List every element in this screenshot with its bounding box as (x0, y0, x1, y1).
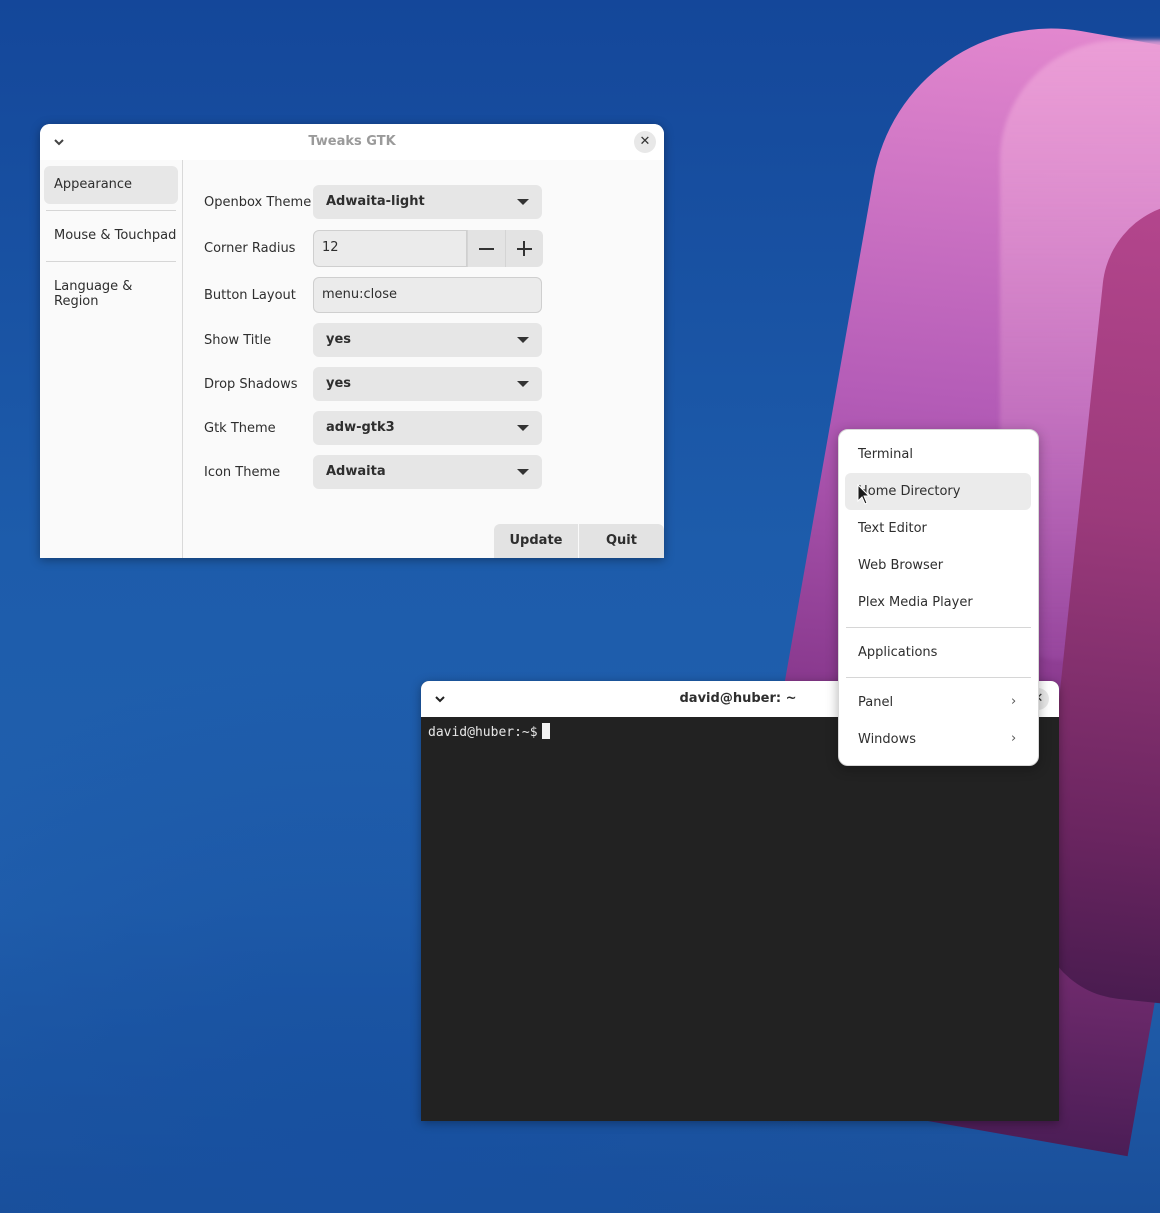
triangle-down-icon (517, 425, 529, 431)
sidebar-item-label: Mouse & Touchpad (54, 228, 177, 243)
terminal-output[interactable]: david@huber:~$ (428, 723, 550, 740)
text-cursor (541, 723, 550, 739)
menu-item-windows[interactable]: Windows › (845, 721, 1031, 758)
close-button[interactable]: ✕ (634, 131, 656, 153)
triangle-down-icon (517, 381, 529, 387)
menu-item-label: Panel (858, 695, 894, 710)
increase-button[interactable] (505, 230, 543, 267)
sidebar-item-label: Language & Region (54, 279, 133, 309)
triangle-down-icon (517, 469, 529, 475)
menu-item-label: Plex Media Player (858, 595, 973, 610)
corner-radius-field[interactable] (313, 230, 467, 267)
sidebar-item-appearance[interactable]: Appearance (44, 166, 178, 204)
close-icon: ✕ (639, 134, 651, 149)
menu-item-panel[interactable]: Panel › (845, 684, 1031, 721)
openbox-theme-dropdown[interactable]: Adwaita-light (313, 185, 542, 219)
drop-shadows-label: Drop Shadows (204, 377, 298, 392)
show-title-dropdown[interactable]: yes (313, 323, 542, 357)
triangle-down-icon (517, 337, 529, 343)
titlebar[interactable]: Tweaks GTK ✕ (40, 124, 664, 160)
divider (46, 261, 176, 262)
button-layout-field[interactable] (313, 277, 542, 313)
dropdown-value: Adwaita (326, 464, 386, 479)
menu-item-applications[interactable]: Applications (845, 634, 1031, 671)
dropdown-value: yes (326, 332, 352, 347)
divider (46, 210, 176, 211)
menu-item-label: Text Editor (858, 521, 927, 536)
dropdown-value: Adwaita-light (326, 194, 425, 209)
desktop-context-menu: Terminal Home Directory Text Editor Web … (838, 429, 1039, 766)
show-title-label: Show Title (204, 333, 272, 348)
update-button[interactable]: Update (494, 524, 578, 558)
sidebar-item-mouse-touchpad[interactable]: Mouse & Touchpad (44, 217, 178, 255)
sidebar-item-label: Appearance (54, 177, 133, 192)
quit-button[interactable]: Quit (579, 524, 664, 558)
corner-radius-input[interactable] (322, 240, 452, 255)
drop-shadows-dropdown[interactable]: yes (313, 367, 542, 401)
button-layout-input[interactable] (322, 287, 452, 302)
openbox-theme-label: Openbox Theme (204, 195, 312, 210)
menu-item-label: Applications (858, 645, 938, 660)
divider (846, 677, 1031, 678)
menu-item-text-editor[interactable]: Text Editor (845, 510, 1031, 547)
minus-icon (479, 248, 494, 250)
window-title: Tweaks GTK (308, 134, 396, 149)
corner-radius-label: Corner Radius (204, 241, 296, 256)
dropdown-value: adw-gtk3 (326, 420, 395, 435)
chevron-right-icon: › (1011, 731, 1017, 746)
menu-item-terminal[interactable]: Terminal (845, 436, 1031, 473)
menu-item-web-browser[interactable]: Web Browser (845, 547, 1031, 584)
chevron-right-icon: › (1011, 694, 1017, 709)
gtk-theme-dropdown[interactable]: adw-gtk3 (313, 411, 542, 445)
shell-prompt: david@huber:~$ (428, 725, 538, 740)
menu-item-label: Windows (858, 732, 917, 747)
sidebar-item-language-region[interactable]: Language & Region (44, 268, 178, 309)
menu-item-label: Web Browser (858, 558, 944, 573)
menu-item-label: Terminal (858, 447, 913, 462)
button-layout-label: Button Layout (204, 288, 296, 303)
decrease-button[interactable] (467, 230, 505, 267)
menu-item-label: Home Directory (858, 484, 961, 499)
sidebar: Appearance Mouse & Touchpad Language & R… (40, 160, 183, 558)
divider (846, 627, 1031, 628)
tweaks-window: Tweaks GTK ✕ Appearance Mouse & Touchpad… (40, 124, 664, 558)
gtk-theme-label: Gtk Theme (204, 421, 276, 436)
mouse-pointer-icon (857, 484, 871, 505)
menu-item-plex-media-player[interactable]: Plex Media Player (845, 584, 1031, 621)
triangle-down-icon (517, 199, 529, 205)
icon-theme-dropdown[interactable]: Adwaita (313, 455, 542, 489)
icon-theme-label: Icon Theme (204, 465, 281, 480)
menu-item-home-directory[interactable]: Home Directory (845, 473, 1031, 510)
dropdown-value: yes (326, 376, 352, 391)
